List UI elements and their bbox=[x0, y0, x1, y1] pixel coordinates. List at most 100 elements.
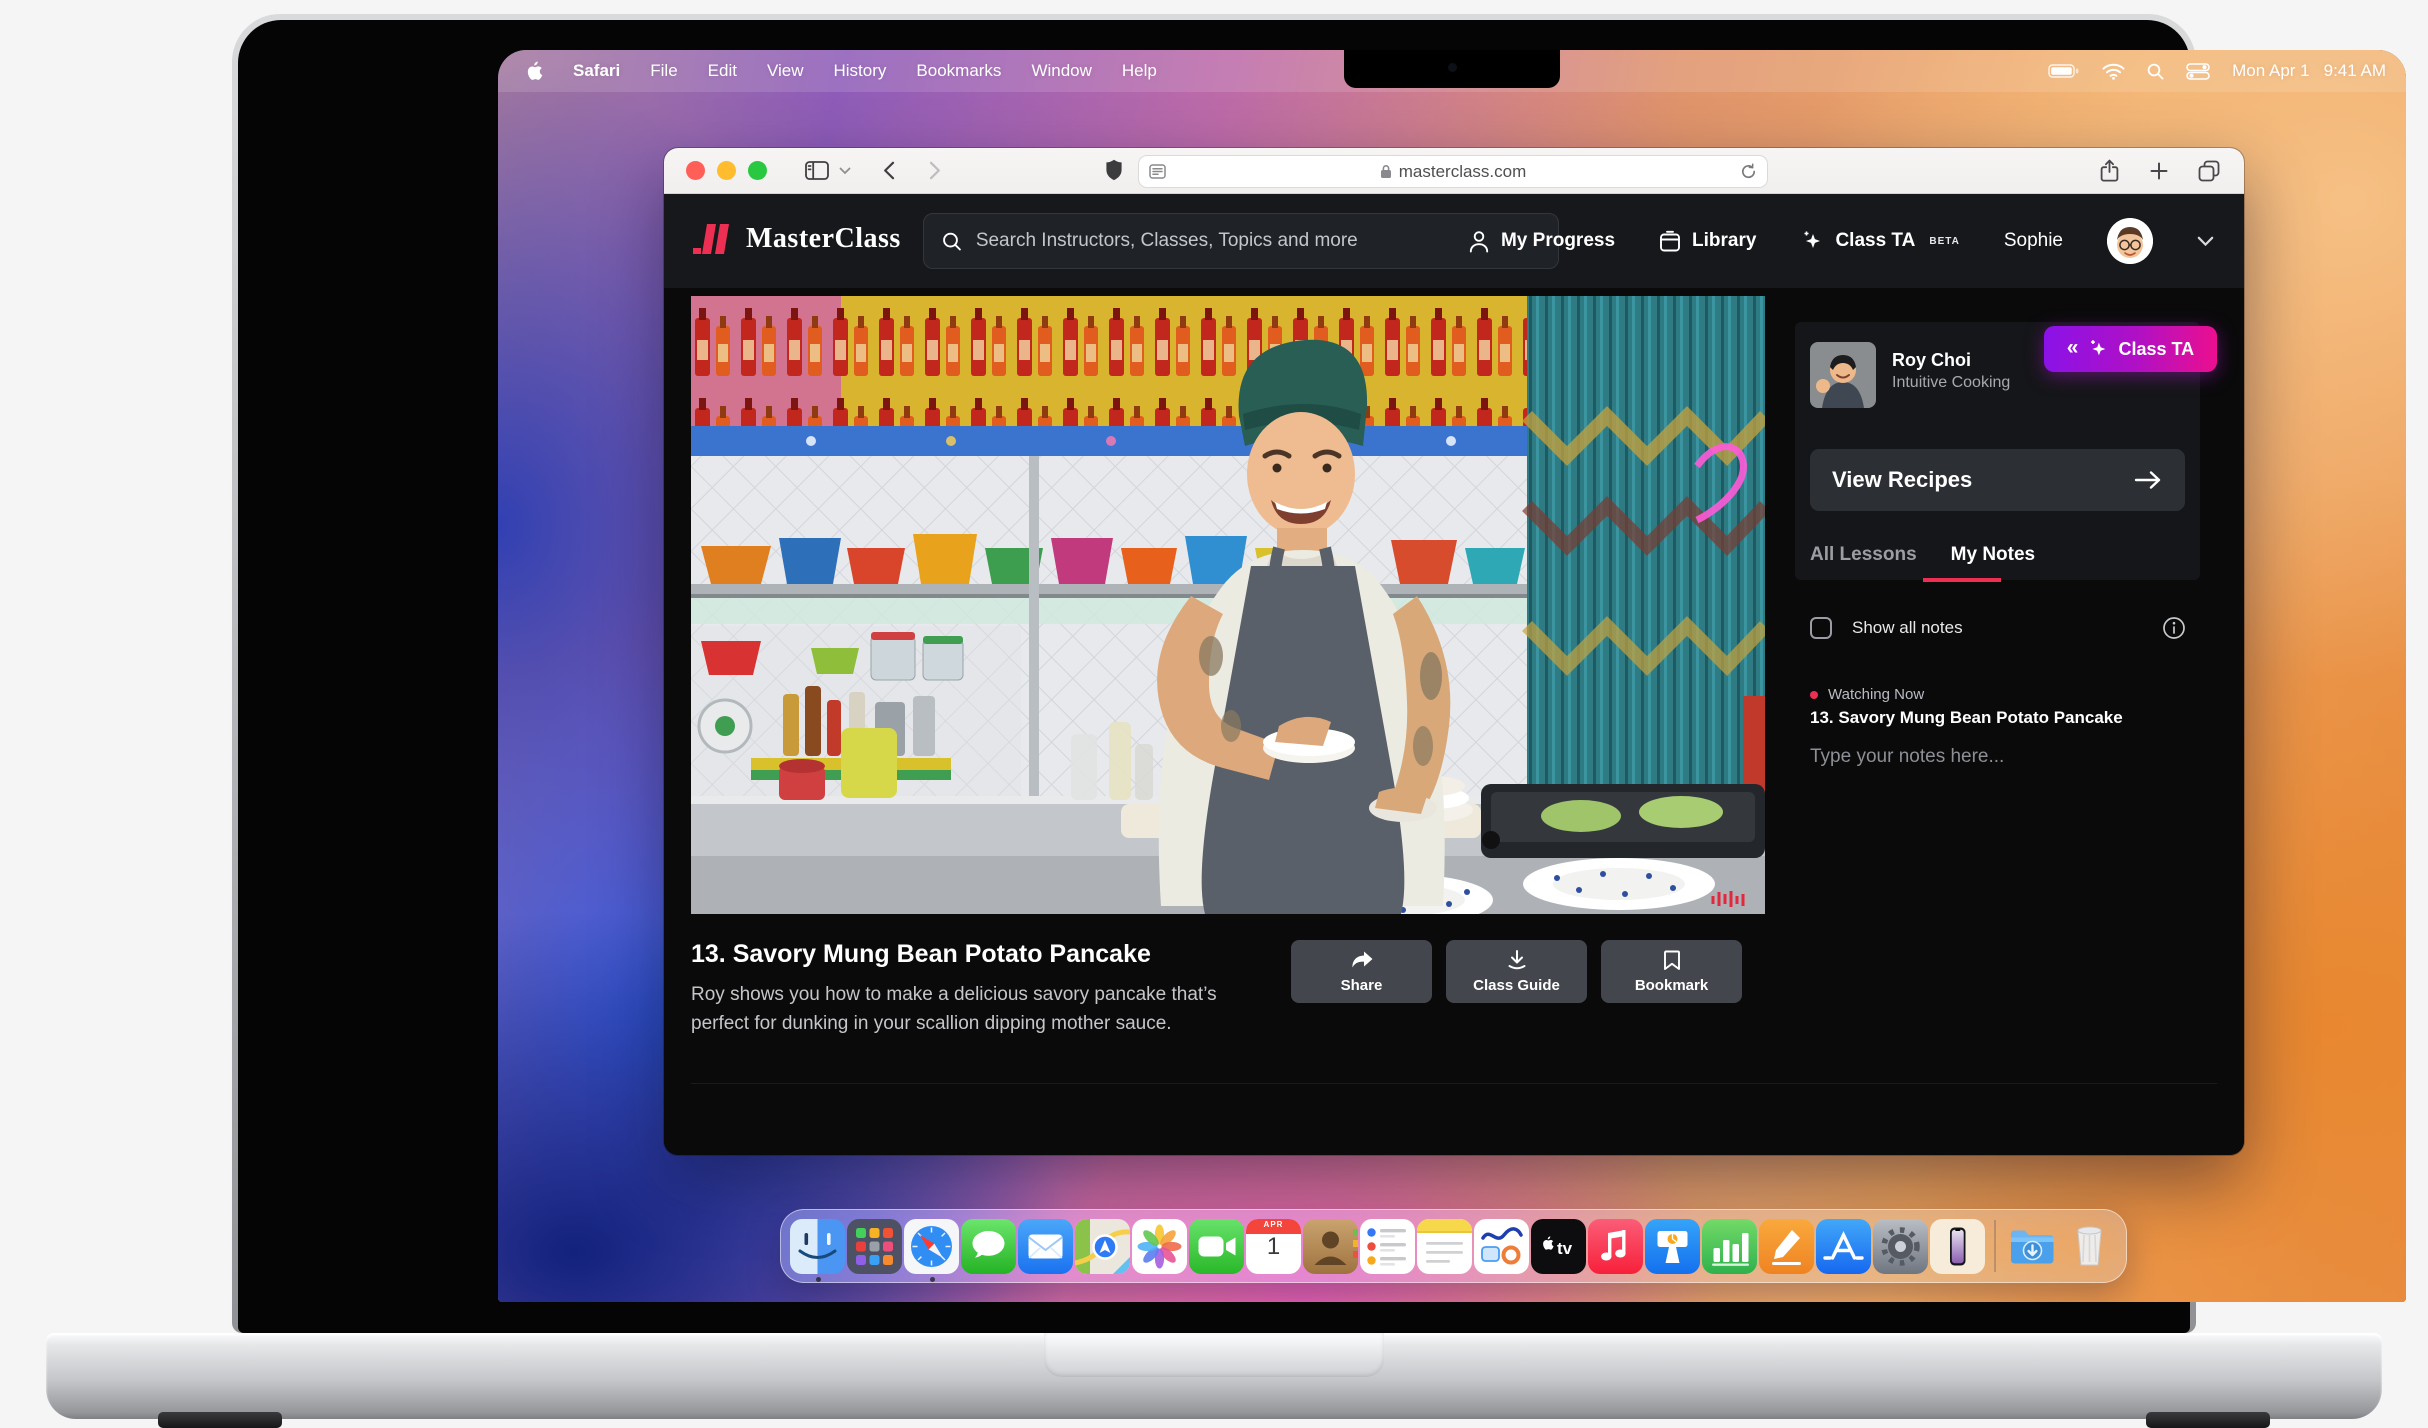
menu-item-history[interactable]: History bbox=[834, 61, 887, 81]
apple-menu-icon[interactable] bbox=[526, 61, 543, 81]
dock-tv[interactable]: tv bbox=[1531, 1219, 1586, 1274]
dock-maps[interactable] bbox=[1075, 1219, 1130, 1274]
download-icon bbox=[1506, 949, 1528, 971]
masterclass-logo[interactable]: MasterClass bbox=[692, 220, 901, 258]
macbook-foot-right bbox=[2146, 1412, 2270, 1428]
video-illustration bbox=[691, 296, 1765, 914]
dock-reminders[interactable] bbox=[1360, 1219, 1415, 1274]
show-all-notes-checkbox[interactable] bbox=[1810, 617, 1832, 639]
tab-overview-icon[interactable] bbox=[2198, 160, 2220, 182]
menu-date: Mon Apr 1 bbox=[2232, 61, 2310, 81]
instructor-photo bbox=[1810, 342, 1876, 408]
spotlight-icon[interactable] bbox=[2147, 63, 2164, 80]
bookmark-icon bbox=[1663, 949, 1681, 971]
dock-messages[interactable] bbox=[961, 1219, 1016, 1274]
minimize-window-button[interactable] bbox=[717, 161, 736, 180]
nav-library[interactable]: Library bbox=[1659, 230, 1756, 253]
forward-button[interactable] bbox=[929, 161, 941, 180]
menu-item-safari[interactable]: Safari bbox=[573, 61, 620, 81]
macbook-base bbox=[46, 1333, 2382, 1419]
dock-numbers[interactable] bbox=[1702, 1219, 1757, 1274]
menu-item-view[interactable]: View bbox=[767, 61, 804, 81]
dock-facetime[interactable] bbox=[1189, 1219, 1244, 1274]
battery-icon[interactable] bbox=[2048, 64, 2080, 78]
tab-my-notes[interactable]: My Notes bbox=[1951, 544, 2035, 566]
nav-my-progress-label: My Progress bbox=[1501, 230, 1615, 252]
share-button[interactable]: Share bbox=[1291, 940, 1432, 1003]
dock-notes[interactable] bbox=[1417, 1219, 1472, 1274]
macbook-lid-notch bbox=[1044, 1333, 1384, 1377]
dock-downloads[interactable] bbox=[2005, 1219, 2060, 1274]
menu-item-file[interactable]: File bbox=[650, 61, 677, 81]
control-center-icon[interactable] bbox=[2186, 63, 2210, 80]
dock-trash[interactable] bbox=[2062, 1219, 2117, 1274]
menu-item-bookmarks[interactable]: Bookmarks bbox=[916, 61, 1001, 81]
back-button[interactable] bbox=[883, 161, 895, 180]
wifi-icon[interactable] bbox=[2102, 63, 2125, 80]
site-search[interactable] bbox=[923, 213, 1559, 269]
active-tab-underline bbox=[1923, 578, 2001, 582]
dock-mail[interactable] bbox=[1018, 1219, 1073, 1274]
notes-input[interactable]: Type your notes here... bbox=[1810, 746, 2004, 768]
close-window-button[interactable] bbox=[686, 161, 705, 180]
dock-safari[interactable] bbox=[904, 1219, 959, 1274]
dock: APR 1 tv bbox=[780, 1209, 2127, 1283]
url-text: masterclass.com bbox=[1399, 162, 1527, 182]
avatar[interactable] bbox=[2107, 218, 2153, 264]
dock-pages[interactable] bbox=[1759, 1219, 1814, 1274]
view-recipes-label: View Recipes bbox=[1832, 467, 1972, 493]
dock-contacts[interactable] bbox=[1303, 1219, 1358, 1274]
reload-icon[interactable] bbox=[1740, 163, 1757, 180]
user-name[interactable]: Sophie bbox=[2004, 230, 2063, 252]
beta-badge: BETA bbox=[1929, 236, 1959, 247]
course-title: Intuitive Cooking bbox=[1892, 374, 2010, 392]
library-icon bbox=[1659, 230, 1681, 253]
menu-item-edit[interactable]: Edit bbox=[708, 61, 737, 81]
share-arrow-icon bbox=[1350, 950, 1374, 971]
dock-finder[interactable] bbox=[790, 1219, 845, 1274]
video-player[interactable] bbox=[691, 296, 1765, 914]
privacy-shield-icon[interactable] bbox=[1104, 159, 1124, 182]
lesson-title: 13. Savory Mung Bean Potato Pancake bbox=[691, 940, 1151, 969]
address-bar[interactable]: masterclass.com bbox=[1138, 155, 1768, 188]
dock-appstore[interactable] bbox=[1816, 1219, 1871, 1274]
dock-photos[interactable] bbox=[1132, 1219, 1187, 1274]
search-input[interactable] bbox=[976, 230, 1540, 252]
dock-iphone-mirroring[interactable] bbox=[1930, 1219, 1985, 1274]
tab-group-chevron-icon[interactable] bbox=[839, 167, 851, 175]
class-ta-button[interactable]: « Class TA bbox=[2044, 326, 2217, 372]
menu-clock[interactable]: Mon Apr 1 9:41 AM bbox=[2232, 61, 2386, 81]
nav-my-progress[interactable]: My Progress bbox=[1468, 230, 1615, 253]
menu-item-window[interactable]: Window bbox=[1031, 61, 1091, 81]
info-icon[interactable] bbox=[2162, 616, 2186, 640]
dock-freeform[interactable] bbox=[1474, 1219, 1529, 1274]
dock-music[interactable] bbox=[1588, 1219, 1643, 1274]
class-ta-button-label: Class TA bbox=[2118, 339, 2194, 360]
share-icon[interactable] bbox=[2099, 159, 2120, 183]
account-chevron-icon[interactable] bbox=[2197, 236, 2214, 247]
display-notch bbox=[1344, 50, 1560, 88]
dock-settings[interactable] bbox=[1873, 1219, 1928, 1274]
tab-all-lessons[interactable]: All Lessons bbox=[1810, 544, 1917, 566]
watching-now: Watching Now bbox=[1810, 686, 1924, 703]
bookmark-button[interactable]: Bookmark bbox=[1601, 940, 1742, 1003]
menu-item-help[interactable]: Help bbox=[1122, 61, 1157, 81]
dock-divider bbox=[1994, 1220, 1996, 1272]
dock-calendar[interactable]: APR 1 bbox=[1246, 1219, 1301, 1274]
lesson-description: Roy shows you how to make a delicious sa… bbox=[691, 980, 1251, 1038]
divider bbox=[691, 1083, 2217, 1084]
sparkle-icon bbox=[2087, 338, 2109, 360]
brand-name: MasterClass bbox=[746, 223, 901, 255]
view-recipes-button[interactable]: View Recipes bbox=[1810, 449, 2185, 511]
screen: Safari File Edit View History Bookmarks … bbox=[498, 50, 2406, 1302]
sidebar-toggle-icon[interactable] bbox=[805, 161, 829, 180]
person-icon bbox=[1468, 230, 1490, 253]
zoom-window-button[interactable] bbox=[748, 161, 767, 180]
nav-class-ta[interactable]: Class TA BETA bbox=[1800, 229, 1959, 253]
dock-launchpad[interactable] bbox=[847, 1219, 902, 1274]
instructor-name: Roy Choi bbox=[1892, 350, 1971, 371]
reader-icon[interactable] bbox=[1149, 164, 1166, 179]
dock-keynote[interactable] bbox=[1645, 1219, 1700, 1274]
new-tab-icon[interactable] bbox=[2150, 162, 2168, 180]
class-guide-button[interactable]: Class Guide bbox=[1446, 940, 1587, 1003]
